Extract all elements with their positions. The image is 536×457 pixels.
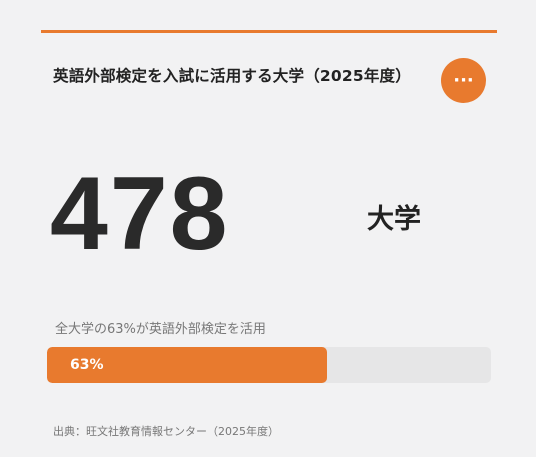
source-note: 出典：旺文社教育情報センター（2025年度）: [53, 425, 279, 438]
usage-caption: 全大学の63%が英語外部検定を活用: [55, 322, 266, 337]
progress-bar-fill: 63%: [47, 347, 327, 383]
progress-bar: 63%: [47, 347, 491, 383]
more-options-button[interactable]: ···: [441, 58, 486, 103]
stat-unit: 大学: [367, 204, 421, 235]
stat-value: 478: [50, 156, 230, 272]
progress-bar-label: 63%: [70, 357, 104, 373]
accent-divider: [41, 30, 497, 33]
card-title: 英語外部検定を入試に活用する大学（2025年度）: [53, 67, 411, 85]
